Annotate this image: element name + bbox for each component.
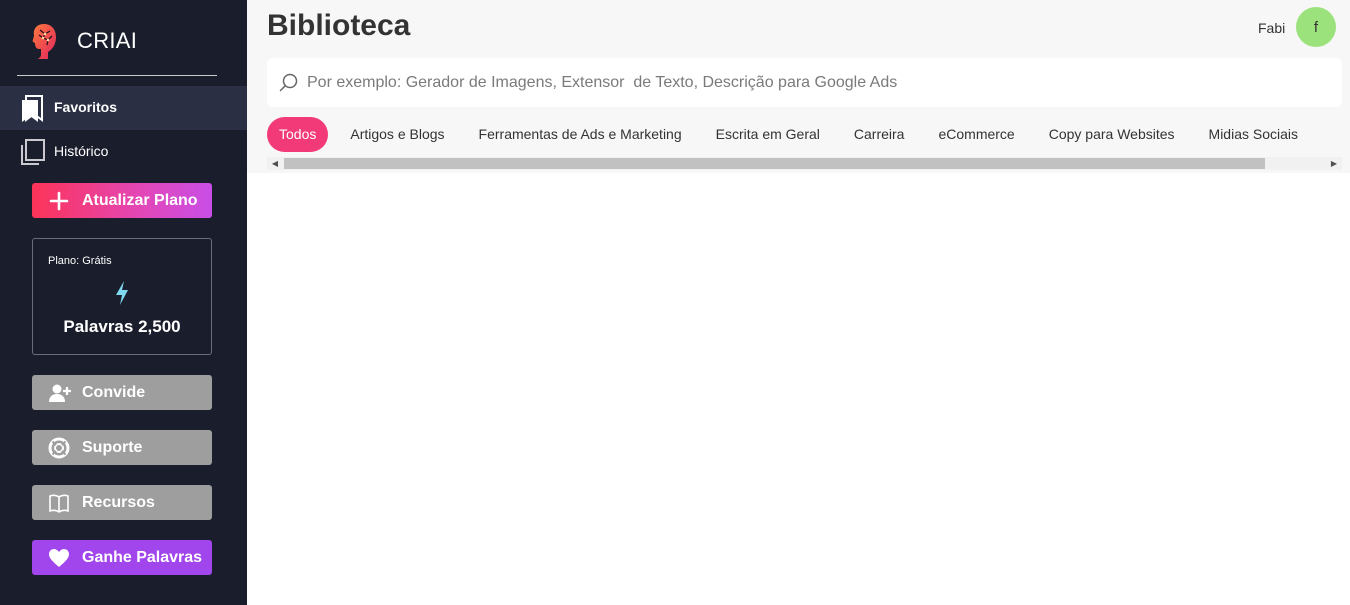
tab-escrita-em-geral[interactable]: Escrita em Geral: [716, 117, 820, 152]
avatar-letter: f: [1313, 18, 1319, 36]
earn-words-button[interactable]: Ganhe Palavras: [32, 540, 212, 575]
brand[interactable]: CRIAI: [30, 22, 137, 60]
support-button[interactable]: Suporte: [32, 430, 212, 465]
plus-icon: [49, 191, 69, 211]
tab-midias-sociais[interactable]: Midias Sociais: [1209, 117, 1298, 152]
search-box[interactable]: [267, 58, 1342, 107]
avatar[interactable]: f: [1296, 7, 1336, 47]
sidebar-item-label: Favoritos: [54, 99, 118, 115]
lifebuoy-icon: [48, 437, 70, 459]
brand-name: CRIAI: [77, 28, 138, 53]
sidebar-item-favoritos[interactable]: Favoritos: [0, 86, 247, 130]
plan-card: Plano: Grátis Palavras 2,500: [32, 238, 212, 355]
earn-words-label: Ganhe Palavras: [82, 549, 203, 566]
user-plus-icon: [49, 384, 71, 402]
resources-button[interactable]: Recursos: [32, 485, 212, 520]
tab-ecommerce[interactable]: eCommerce: [938, 117, 1014, 152]
invite-label: Convide: [82, 384, 146, 401]
tab-artigos-e-blogs[interactable]: Artigos e Blogs: [350, 117, 444, 152]
human-head-logo-icon: [32, 24, 56, 59]
search-icon: [279, 73, 298, 92]
tab-ferramentas-de-ads-e-marketing[interactable]: Ferramentas de Ads e Marketing: [479, 117, 682, 152]
tab-carreira[interactable]: Carreira: [854, 117, 905, 152]
scroll-left-arrow-icon[interactable]: ◀: [267, 157, 283, 170]
bookmark-icon: [22, 95, 43, 122]
horizontal-scrollbar[interactable]: ◀ ▶: [267, 157, 1342, 170]
sidebar-item-label: Histórico: [54, 143, 109, 159]
support-label: Suporte: [82, 439, 143, 456]
scroll-right-arrow-icon[interactable]: ▶: [1326, 157, 1342, 170]
book-open-icon: [49, 494, 69, 513]
resources-label: Recursos: [82, 494, 155, 511]
user-name[interactable]: Fabi: [1258, 20, 1285, 36]
tab-copy-para-websites[interactable]: Copy para Websites: [1049, 117, 1175, 152]
category-tabs: Todos Artigos e Blogs Ferramentas de Ads…: [267, 117, 1332, 152]
plan-name: Plano: Grátis: [48, 255, 112, 267]
scrollbar-thumb[interactable]: [284, 158, 1265, 169]
tab-todos[interactable]: Todos: [267, 117, 329, 152]
invite-button[interactable]: Convide: [32, 375, 212, 410]
library-content: [247, 173, 1350, 605]
heart-icon: [49, 549, 69, 567]
plan-words-count: Palavras 2,500: [63, 317, 181, 336]
divider: [17, 75, 217, 76]
copy-pages-icon: [21, 139, 45, 165]
search-input[interactable]: [307, 70, 1327, 96]
upgrade-plan-button[interactable]: Atualizar Plano: [32, 183, 212, 218]
topbar: Biblioteca Fabi f Todos Artigos e Blogs …: [247, 0, 1350, 173]
upgrade-plan-label: Atualizar Plano: [82, 192, 198, 209]
sidebar-item-historico[interactable]: Histórico: [0, 130, 247, 174]
sidebar: CRIAI Favoritos Histórico Atualizar Plan…: [0, 0, 247, 605]
lightning-bolt-icon: [116, 281, 128, 305]
page-title: Biblioteca: [267, 9, 411, 42]
